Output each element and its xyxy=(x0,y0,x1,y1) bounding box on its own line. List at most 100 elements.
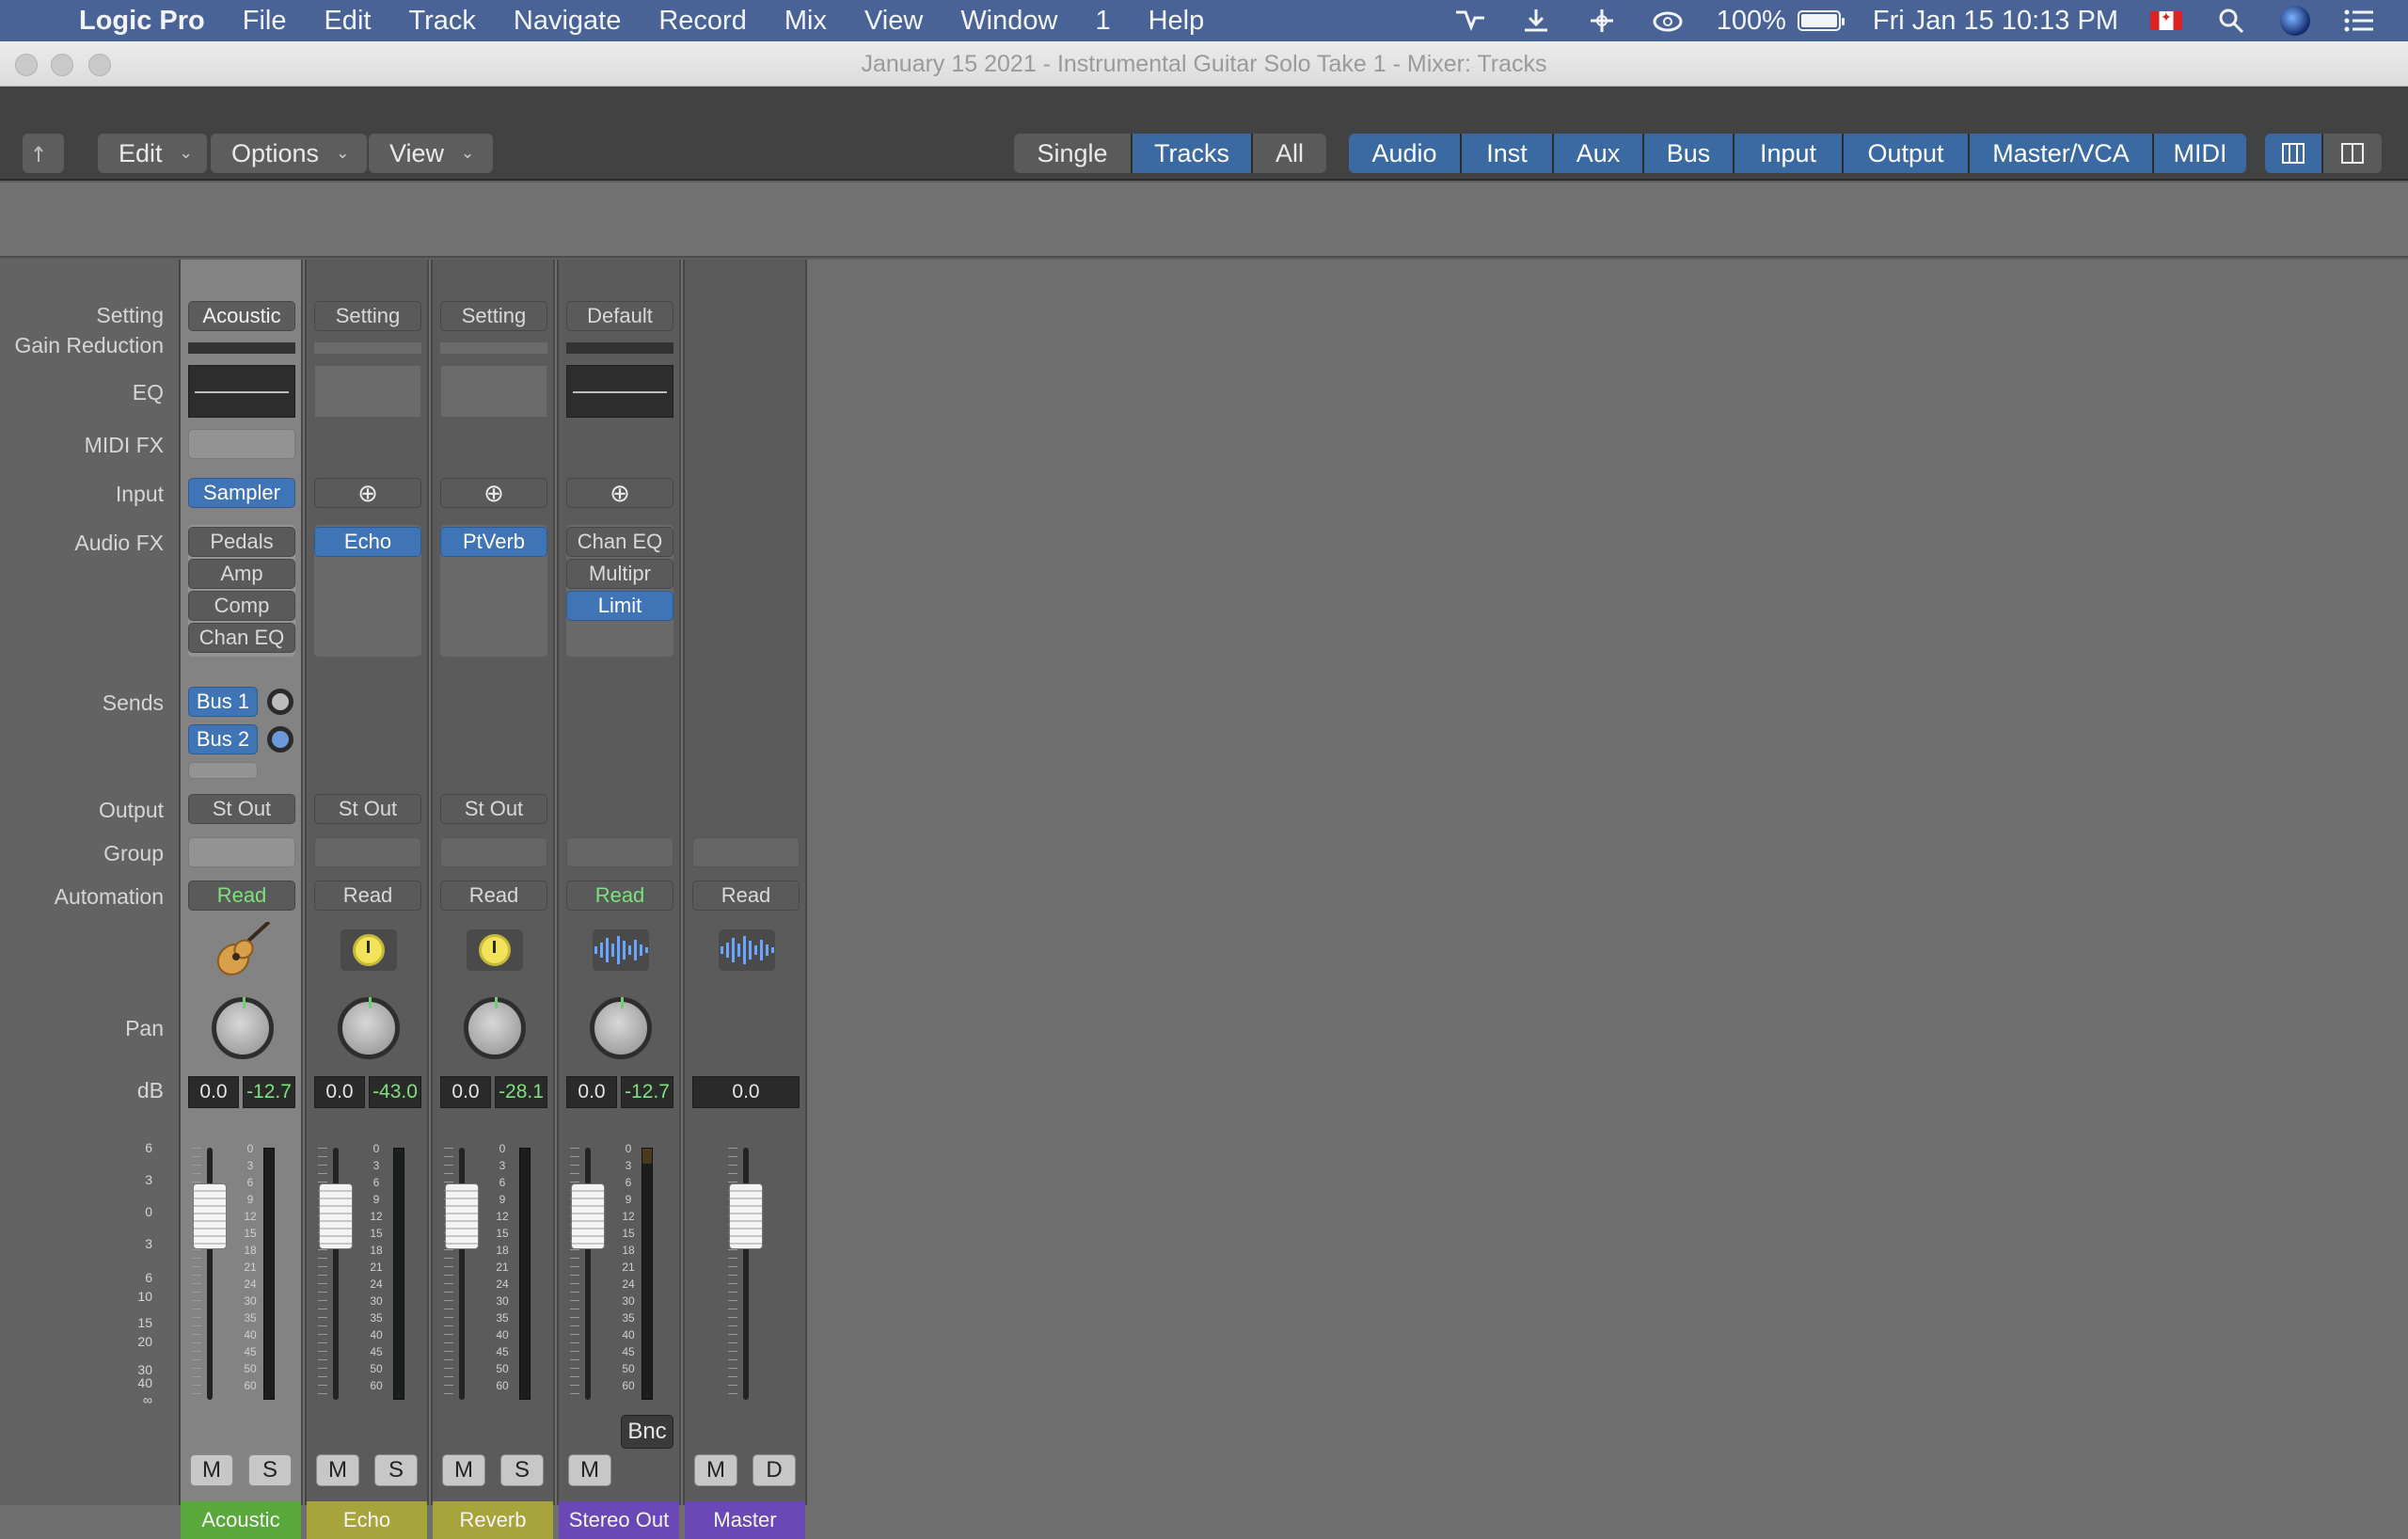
setting-button[interactable]: Default xyxy=(566,301,673,331)
filter-master-vca[interactable]: Master/VCA xyxy=(1970,134,2154,173)
volume-value[interactable]: 0.0 xyxy=(188,1076,239,1108)
solo-button[interactable]: S xyxy=(248,1454,292,1486)
acoustic-guitar-icon[interactable] xyxy=(209,920,275,980)
options-menu-button[interactable]: Options ⌄ xyxy=(211,134,367,173)
group-slot[interactable] xyxy=(692,837,800,867)
group-slot[interactable] xyxy=(188,837,295,867)
mute-button[interactable]: M xyxy=(316,1454,359,1486)
volume-value[interactable]: 0.0 xyxy=(566,1076,617,1108)
menu-record[interactable]: Record xyxy=(658,6,747,37)
waveform-icon[interactable] xyxy=(593,929,649,971)
send-level-knob[interactable] xyxy=(267,689,293,715)
group-slot[interactable] xyxy=(314,837,421,867)
track-name[interactable]: Acoustic xyxy=(181,1501,301,1539)
filter-input[interactable]: Input xyxy=(1735,134,1844,173)
automation-mode[interactable]: Read xyxy=(566,881,673,911)
mute-button[interactable]: M xyxy=(568,1454,611,1486)
peak-value[interactable]: -12.7 xyxy=(243,1076,295,1108)
channel-strip-reverb[interactable]: Setting ⊕ PtVerb St Out Read 0.0 -28.1 0… xyxy=(431,260,555,1539)
wide-channel-icon[interactable] xyxy=(2265,134,2323,173)
view-mode-all[interactable]: All xyxy=(1253,134,1326,173)
group-slot[interactable] xyxy=(566,837,673,867)
input-link-icon[interactable]: ⊕ xyxy=(566,478,673,508)
input-link-icon[interactable]: ⊕ xyxy=(440,478,547,508)
automation-mode[interactable]: Read xyxy=(314,881,421,911)
filter-midi[interactable]: MIDI xyxy=(2154,134,2246,173)
eq-thumbnail[interactable] xyxy=(440,365,547,418)
filter-audio[interactable]: Audio xyxy=(1349,134,1462,173)
output-slot[interactable]: St Out xyxy=(314,794,421,824)
back-arrow-icon[interactable] xyxy=(23,134,64,173)
view-mode-tracks[interactable]: Tracks xyxy=(1133,134,1253,173)
creative-cloud-icon[interactable] xyxy=(1651,7,1685,35)
track-name[interactable]: Reverb xyxy=(433,1501,553,1539)
input-link-icon[interactable]: ⊕ xyxy=(314,478,421,508)
group-slot[interactable] xyxy=(440,837,547,867)
spotlight-search-icon[interactable] xyxy=(2214,7,2248,35)
pan-knob[interactable] xyxy=(212,997,274,1059)
battery-icon[interactable] xyxy=(1797,10,1845,31)
menu-navigate[interactable]: Navigate xyxy=(514,6,621,37)
peak-value[interactable]: -43.0 xyxy=(369,1076,421,1108)
peak-value[interactable]: -12.7 xyxy=(621,1076,673,1108)
channel-strip-acoustic[interactable]: Acoustic Sampler Pedals Amp Comp Chan EQ… xyxy=(179,260,303,1539)
setting-button[interactable]: Setting xyxy=(440,301,547,331)
input-slot[interactable]: Sampler xyxy=(188,478,295,508)
audio-fx-slot[interactable]: Comp xyxy=(188,591,295,621)
volume-value[interactable]: 0.0 xyxy=(314,1076,365,1108)
output-slot[interactable]: St Out xyxy=(188,794,295,824)
pan-knob[interactable] xyxy=(338,997,400,1059)
notification-center-icon[interactable] xyxy=(2342,7,2376,35)
mute-button[interactable]: M xyxy=(694,1454,737,1486)
volume-fader[interactable] xyxy=(445,1183,479,1249)
audio-fx-slot[interactable]: Echo xyxy=(314,527,421,557)
track-name[interactable]: Echo xyxy=(307,1501,427,1539)
solo-button[interactable]: S xyxy=(500,1454,544,1486)
channel-strip-master[interactable]: Read 0.0 M D Master xyxy=(683,260,807,1539)
audio-fx-slot[interactable]: Multipr xyxy=(566,559,673,589)
clock[interactable]: Fri Jan 15 10:13 PM xyxy=(1873,6,2118,37)
volume-fader[interactable] xyxy=(319,1183,353,1249)
edit-menu-button[interactable]: Edit ⌄ xyxy=(98,134,207,173)
narrow-channel-icon[interactable] xyxy=(2323,134,2382,173)
menu-file[interactable]: File xyxy=(243,6,287,37)
menu-1[interactable]: 1 xyxy=(1095,6,1110,37)
siri-icon[interactable] xyxy=(2280,6,2310,36)
menu-edit[interactable]: Edit xyxy=(324,6,371,37)
audio-fx-slot[interactable]: Chan EQ xyxy=(188,623,295,653)
aux-icon[interactable] xyxy=(341,929,397,971)
menu-window[interactable]: Window xyxy=(960,6,1057,37)
setting-button[interactable]: Setting xyxy=(314,301,421,331)
send-slot-bus-1[interactable]: Bus 1 xyxy=(188,687,258,717)
menu-help[interactable]: Help xyxy=(1149,6,1205,37)
pan-knob[interactable] xyxy=(590,997,652,1059)
audio-fx-slot[interactable]: Amp xyxy=(188,559,295,589)
send-slot-empty[interactable] xyxy=(188,762,258,779)
audio-fx-slot[interactable]: Limit xyxy=(566,591,673,621)
waveform-icon[interactable] xyxy=(719,929,775,971)
aux-icon[interactable] xyxy=(467,929,523,971)
volume-value[interactable]: 0.0 xyxy=(692,1076,800,1108)
eq-thumbnail[interactable] xyxy=(188,365,295,418)
volume-fader[interactable] xyxy=(571,1183,605,1249)
volume-fader[interactable] xyxy=(193,1183,227,1249)
output-slot[interactable]: St Out xyxy=(440,794,547,824)
filter-inst[interactable]: Inst xyxy=(1462,134,1554,173)
dim-button[interactable]: D xyxy=(752,1454,796,1486)
audio-fx-slot[interactable]: PtVerb xyxy=(440,527,547,557)
setting-button[interactable]: Acoustic xyxy=(188,301,295,331)
automation-mode[interactable]: Read xyxy=(692,881,800,911)
solo-button[interactable]: S xyxy=(374,1454,418,1486)
track-name[interactable]: Master xyxy=(685,1501,805,1539)
eq-thumbnail[interactable] xyxy=(566,365,673,418)
menu-view[interactable]: View xyxy=(864,6,923,37)
channel-strip-echo[interactable]: Setting ⊕ Echo St Out Read 0.0 -43.0 036… xyxy=(305,260,429,1539)
move-icon[interactable] xyxy=(1585,7,1619,35)
input-source-flag-icon[interactable] xyxy=(2150,9,2182,30)
download-icon[interactable] xyxy=(1519,7,1553,35)
audio-fx-slot[interactable]: Pedals xyxy=(188,527,295,557)
filter-output[interactable]: Output xyxy=(1844,134,1970,173)
volume-fader[interactable] xyxy=(729,1183,763,1249)
pan-knob[interactable] xyxy=(464,997,526,1059)
automation-mode[interactable]: Read xyxy=(188,881,295,911)
